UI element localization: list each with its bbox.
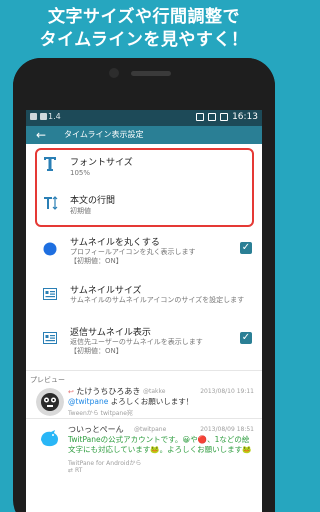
- tweet-date: 2013/08/10 19:11: [200, 388, 254, 395]
- circle-icon: [43, 242, 57, 256]
- retweet-label-text: RT: [74, 467, 83, 474]
- setting-subtitle: サムネイルのサムネイルアイコンのサイズを設定します: [70, 296, 245, 304]
- status-left-icons: [30, 113, 47, 120]
- setting-subtitle: 105%: [70, 169, 91, 177]
- tweet-date: 2013/08/09 18:51: [200, 426, 254, 433]
- battery-icon: [220, 113, 229, 121]
- tweet-author-name: ついっとぺーん: [68, 425, 124, 434]
- notification-icon: [40, 113, 47, 120]
- phone-top: [13, 58, 275, 110]
- setting-title: 返信サムネイル表示: [70, 328, 151, 338]
- status-right: 16:13: [196, 112, 258, 122]
- divider: [26, 370, 262, 371]
- tweet-author: ↩ たけうちひろあき: [68, 387, 141, 396]
- tweet-handle: @takke: [143, 388, 166, 395]
- headline: 文字サイズや行間調整で タイムラインを見やすく！: [0, 6, 288, 52]
- signal-icon: [208, 113, 217, 121]
- tweet-handle: @twitpane: [134, 426, 167, 433]
- tweet-item[interactable]: ついっとぺーん @twitpane 2013/08/09 18:51 TwitP…: [26, 422, 262, 482]
- tweet-author-name: たけうちひろあき: [76, 387, 141, 396]
- setting-subtitle: プロフィールアイコンを丸く表示します: [70, 248, 196, 256]
- setting-reply-thumbnail[interactable]: 返信サムネイル表示 返信先ユーザーのサムネイルを表示します 【初期値：ON】 ✓: [26, 322, 262, 362]
- reply-thumbnail-icon: [43, 332, 57, 344]
- back-arrow-icon[interactable]: ←: [36, 126, 46, 144]
- tweet-body: TwitPaneの公式アカウントです。😀や🔴、1などの絵文字にも対応しています🐸…: [68, 435, 256, 455]
- setting-title: 本文の行間: [70, 196, 116, 206]
- setting-default: 【初期値：ON】: [70, 257, 123, 265]
- divider: [26, 418, 262, 419]
- setting-thumbnail-size[interactable]: サムネイルサイズ サムネイルのサムネイルアイコンのサイズを設定します: [26, 280, 262, 312]
- avatar: [36, 424, 64, 452]
- setting-default: 【初期値：ON】: [70, 347, 123, 355]
- setting-subtitle: 初期値: [70, 207, 91, 215]
- headline-line1: 文字サイズや行間調整で: [48, 7, 240, 27]
- status-bar: 1.4 16:13: [26, 110, 262, 126]
- wifi-icon: [196, 113, 205, 121]
- tweet-text: よろしくお願いします！: [108, 397, 194, 406]
- status-left-text: 1.4: [48, 112, 61, 121]
- setting-title: フォントサイズ: [70, 158, 133, 168]
- setting-subtitle: 返信先ユーザーのサムネイルを表示します: [70, 338, 203, 346]
- status-time: 16:13: [232, 112, 258, 122]
- checkbox-checked[interactable]: ✓: [240, 332, 252, 344]
- avatar: [36, 388, 64, 416]
- retweet-icon: ⇄: [68, 467, 75, 474]
- tweet-via: TwitPane for Androidから: [68, 460, 142, 467]
- tweet-text-highlight: TwitPaneの公式アカウントです。: [68, 435, 183, 444]
- font-size-icon: [44, 157, 56, 171]
- phone-right-bezel: [262, 110, 275, 512]
- tweet-via: Tweenから twitpane宛: [68, 410, 133, 417]
- checkbox-checked[interactable]: ✓: [240, 242, 252, 254]
- app-bar: ← タイムライン表示設定: [26, 126, 262, 144]
- speaker: [131, 71, 171, 76]
- app-title: タイムライン表示設定: [64, 130, 144, 139]
- notification-icon: [30, 113, 37, 120]
- setting-font-size[interactable]: フォントサイズ 105%: [26, 150, 262, 186]
- line-spacing-icon: [44, 196, 58, 210]
- camera: [109, 68, 119, 78]
- headline-line2: タイムラインを見やすく！: [39, 30, 249, 50]
- tweet-body: @twitpane よろしくお願いします！: [68, 397, 256, 407]
- setting-line-spacing[interactable]: 本文の行間 初期値: [26, 188, 262, 224]
- thumbnail-icon: [43, 288, 57, 300]
- setting-title: サムネイルを丸くする: [70, 238, 160, 248]
- tweet-mention[interactable]: @twitpane: [68, 397, 108, 406]
- setting-round-thumbnail[interactable]: サムネイルを丸くする プロフィールアイコンを丸く表示します 【初期値：ON】 ✓: [26, 232, 262, 272]
- setting-title: サムネイルサイズ: [70, 286, 142, 296]
- retweet-label: ⇄ RT: [68, 467, 82, 474]
